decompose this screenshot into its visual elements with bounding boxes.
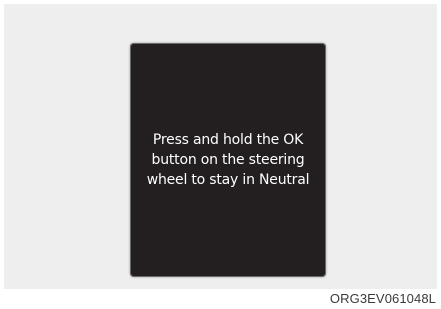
instrument-cluster-display: Press and hold the OK button on the stee… (130, 43, 326, 277)
figure-code-label: ORG3EV061048L (329, 291, 436, 306)
neutral-hold-message: Press and hold the OK button on the stee… (146, 132, 310, 188)
figure-panel: Press and hold the OK button on the stee… (4, 4, 437, 289)
